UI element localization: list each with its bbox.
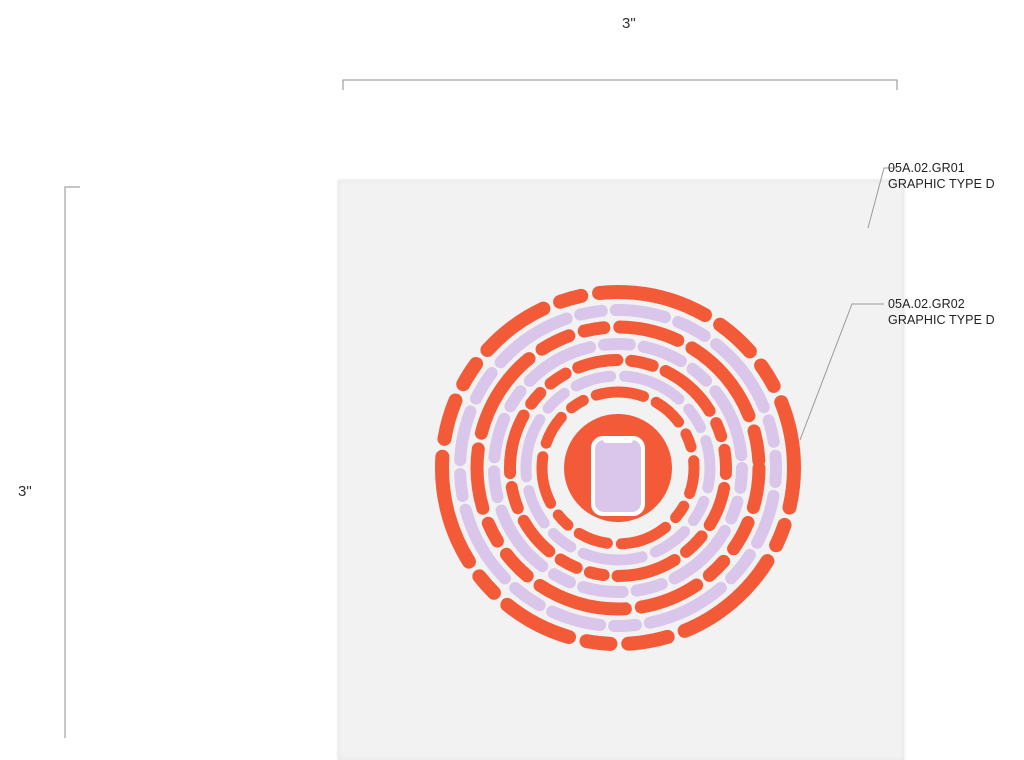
callout-gr01: 05A.02.GR01 GRAPHIC TYPE D bbox=[888, 160, 995, 192]
width-dimension-line bbox=[342, 79, 898, 90]
callout-gr01-label: GRAPHIC TYPE D bbox=[888, 177, 995, 191]
width-dimension-label: 3" bbox=[622, 15, 636, 32]
height-dimension-label: 3" bbox=[18, 483, 32, 500]
callout-gr02-label: GRAPHIC TYPE D bbox=[888, 313, 995, 327]
sticker-panel bbox=[338, 180, 904, 760]
height-dimension-line bbox=[64, 186, 80, 738]
callout-gr02-code: 05A.02.GR02 bbox=[888, 297, 965, 311]
callout-gr02: 05A.02.GR02 GRAPHIC TYPE D bbox=[888, 296, 995, 328]
callout-gr01-code: 05A.02.GR01 bbox=[888, 161, 965, 175]
